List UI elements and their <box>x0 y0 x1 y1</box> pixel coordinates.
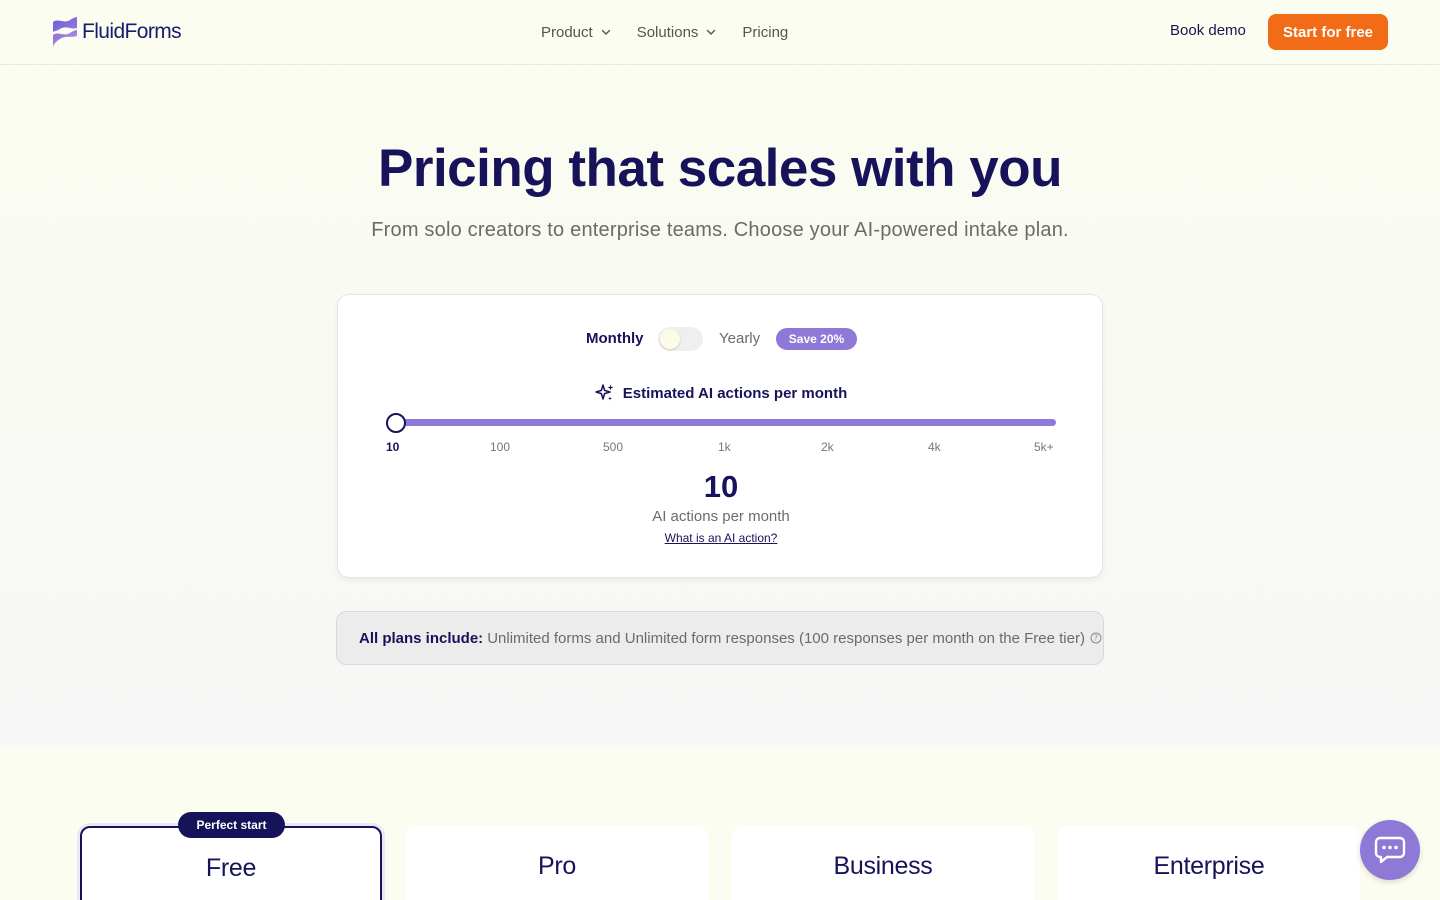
ai-actions-slider-thumb[interactable] <box>386 413 406 433</box>
chevron-down-icon <box>601 29 610 35</box>
slider-tick[interactable]: 500 <box>603 440 623 454</box>
brand-logo[interactable]: FluidForms <box>52 16 182 48</box>
chat-widget-button[interactable] <box>1360 820 1420 880</box>
includes-text: Unlimited forms and Unlimited form respo… <box>487 629 1085 647</box>
slider-tick[interactable]: 1k <box>718 440 731 454</box>
estimator-heading: Estimated AI actions per month <box>338 383 1104 403</box>
book-demo-link[interactable]: Book demo <box>1170 22 1246 39</box>
selected-ai-actions-value: 10 <box>703 469 739 504</box>
main-nav: Product Solutions Pricing <box>541 0 788 64</box>
slider-tick[interactable]: 100 <box>490 440 510 454</box>
slider-tick[interactable]: 10 <box>386 440 399 454</box>
toggle-knob <box>660 329 680 349</box>
chevron-down-icon <box>707 29 716 35</box>
plan-badge: Perfect start <box>178 812 285 838</box>
selected-ai-actions-label: AI actions per month <box>652 508 790 525</box>
all-plans-include-banner: All plans include: Unlimited forms and U… <box>336 611 1104 665</box>
top-navbar: FluidForms Product Solutions Pricing Boo… <box>0 0 1440 65</box>
brand-name: FluidForms <box>82 20 182 43</box>
usage-estimator-card: Monthly Yearly Save 20% Estimated AI act… <box>337 294 1103 578</box>
slider-ticks: 10 100 500 1k 2k 4k 5k+ <box>338 440 1104 456</box>
chat-icon <box>1374 836 1406 864</box>
sparkle-icon <box>595 384 614 401</box>
nav-pricing[interactable]: Pricing <box>742 24 788 41</box>
plan-card-business[interactable]: Business <box>732 826 1034 900</box>
billing-toggle-row: Monthly Yearly Save 20% <box>338 327 1104 351</box>
page-title: Pricing that scales with you <box>377 139 1063 198</box>
plan-name: Enterprise <box>1153 852 1265 880</box>
page-subtitle: From solo creators to enterprise teams. … <box>371 219 1069 241</box>
save-badge: Save 20% <box>776 328 857 350</box>
nav-product-label: Product <box>541 23 593 41</box>
estimator-heading-label: Estimated AI actions per month <box>622 384 848 402</box>
what-is-ai-action-link[interactable]: What is an AI action? <box>665 531 778 545</box>
billing-period-toggle[interactable] <box>658 327 703 351</box>
billing-monthly-label[interactable]: Monthly <box>586 330 644 347</box>
nav-pricing-label: Pricing <box>742 23 789 41</box>
billing-yearly-label[interactable]: Yearly <box>719 330 760 347</box>
ai-actions-slider-track[interactable] <box>390 419 1056 426</box>
plan-name: Business <box>833 852 933 880</box>
nav-solutions-label: Solutions <box>636 23 699 41</box>
info-icon[interactable]: ? <box>1090 632 1102 644</box>
plan-card-pro[interactable]: Pro <box>406 826 708 900</box>
start-for-free-button[interactable]: Start for free <box>1268 14 1388 50</box>
includes-label: All plans include: <box>359 629 484 647</box>
nav-solutions[interactable]: Solutions <box>637 24 717 41</box>
fluidforms-logo-icon <box>53 17 77 47</box>
plan-card-enterprise[interactable]: Enterprise <box>1058 826 1360 900</box>
slider-tick[interactable]: 2k <box>821 440 834 454</box>
plan-name: Free <box>205 854 257 882</box>
nav-product[interactable]: Product <box>541 24 611 41</box>
slider-tick[interactable]: 5k+ <box>1034 440 1054 454</box>
what-is-ai-action-container: What is an AI action? <box>338 531 1104 545</box>
svg-text:?: ? <box>1094 634 1098 643</box>
slider-tick[interactable]: 4k <box>928 440 941 454</box>
plan-name: Pro <box>537 852 576 880</box>
